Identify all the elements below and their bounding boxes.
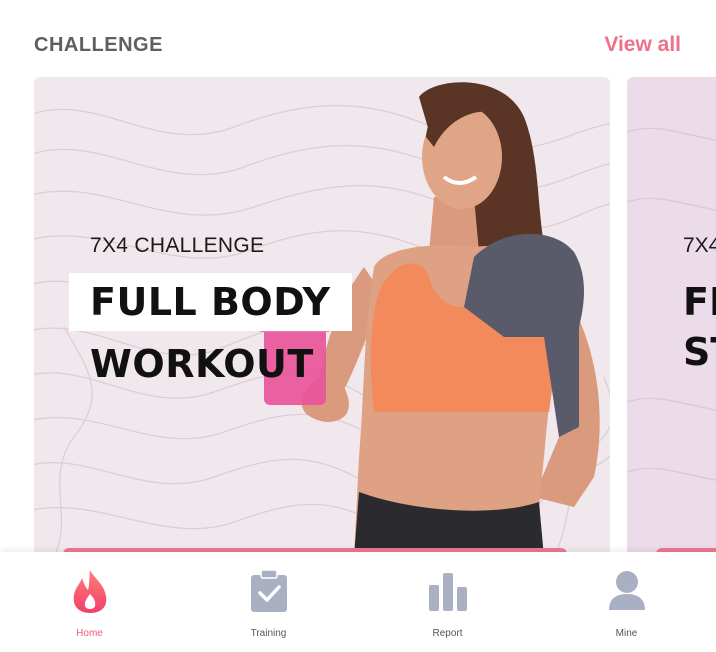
nav-item-home[interactable]: Home <box>0 552 179 652</box>
nav-label-mine: Mine <box>615 628 638 639</box>
challenge-card-next[interactable]: 7X4 FI ST <box>627 77 716 557</box>
nav-item-mine[interactable]: Mine <box>537 552 716 652</box>
bottom-nav: Home Training Report Mine <box>0 552 716 652</box>
clipboard-check-icon <box>247 568 291 614</box>
nav-item-report[interactable]: Report <box>358 552 537 652</box>
view-all-link[interactable]: View all <box>604 33 681 57</box>
nav-label-report: Report <box>432 628 463 639</box>
challenge-section-header: CHALLENGE View all <box>34 28 681 62</box>
home-screen: CHALLENGE View all 7X4 CHALLENGE FULL BO… <box>0 0 716 652</box>
card-title-line1: FULL BODY <box>69 273 352 331</box>
card-subtitle: 7X4 <box>683 234 716 257</box>
card-title-line1: FI <box>683 280 716 324</box>
flame-icon <box>68 568 112 614</box>
card-title-line2: ST <box>683 330 716 374</box>
nav-label-training: Training <box>250 628 287 639</box>
section-title: CHALLENGE <box>34 33 163 56</box>
challenge-card-full-body[interactable]: 7X4 CHALLENGE FULL BODY WORKOUT <box>34 77 610 557</box>
nav-item-training[interactable]: Training <box>179 552 358 652</box>
person-icon <box>605 568 649 614</box>
nav-label-home: Home <box>76 628 103 639</box>
bar-chart-icon <box>426 568 470 614</box>
challenge-carousel[interactable]: 7X4 CHALLENGE FULL BODY WORKOUT 7X4 FI S… <box>0 77 716 557</box>
card-title-line2: WORKOUT <box>90 342 314 386</box>
card-subtitle: 7X4 CHALLENGE <box>90 234 265 257</box>
